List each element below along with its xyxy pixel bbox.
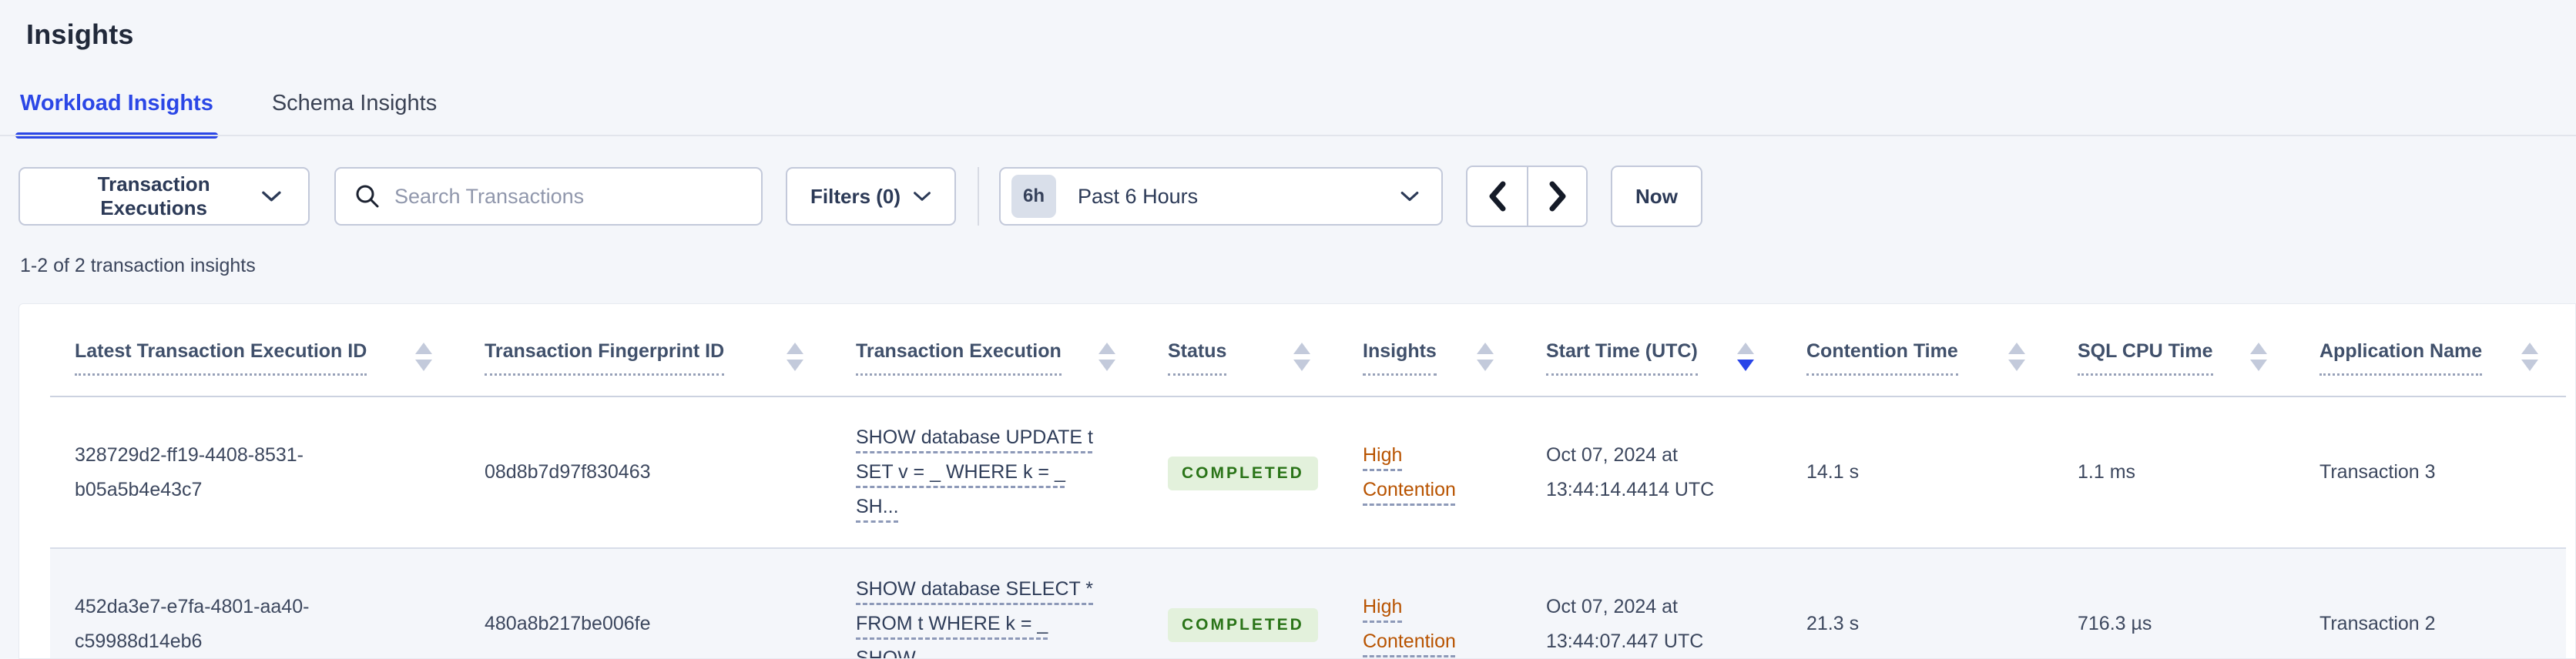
start-time-cell: Oct 07, 2024 at 13:44:14.4414 UTC <box>1521 396 1782 549</box>
previous-time-range-button[interactable] <box>1467 167 1528 226</box>
sort-desc-icon <box>787 360 803 371</box>
transaction-execution-cell: SHOW database UPDATE t SET v = _ WHERE k… <box>831 396 1143 549</box>
time-range-label: Past 6 Hours <box>1078 184 1199 208</box>
status-badge: COMPLETED <box>1168 607 1318 642</box>
time-range-step-buttons <box>1466 166 1588 227</box>
sort-desc-icon <box>1737 360 1754 371</box>
transaction-insights-table: Latest Transaction Execution ID Transact… <box>50 304 2566 658</box>
status-cell: COMPLETED <box>1143 548 1338 658</box>
search-input[interactable] <box>394 184 743 209</box>
search-box[interactable] <box>334 167 763 226</box>
column-header-transaction-fingerprint-id[interactable]: Transaction Fingerprint ID <box>460 304 831 397</box>
latest-execution-id-cell: 452da3e7-e7fa-4801-aa40-c59988d14eb6 <box>50 548 460 658</box>
sort-asc-icon <box>415 343 432 354</box>
sort-desc-icon <box>2250 360 2267 371</box>
column-header-insights[interactable]: Insights <box>1338 304 1521 397</box>
insights-table-card: Latest Transaction Execution ID Transact… <box>18 303 2576 659</box>
sort-control[interactable] <box>2521 343 2538 371</box>
sort-control[interactable] <box>787 343 803 371</box>
sort-asc-icon <box>1477 343 1494 354</box>
sort-asc-icon <box>2250 343 2267 354</box>
sort-asc-icon <box>1737 343 1754 354</box>
sort-asc-icon <box>1293 343 1310 354</box>
sort-desc-icon <box>2521 360 2538 371</box>
table-header-row: Latest Transaction Execution ID Transact… <box>50 304 2566 397</box>
chevron-right-icon <box>1549 181 1566 212</box>
sort-desc-icon <box>415 360 432 371</box>
sort-asc-icon <box>2521 343 2538 354</box>
application-name-cell: Transaction 2 <box>2295 548 2566 658</box>
sort-control-active-desc[interactable] <box>1737 343 1754 371</box>
sort-asc-icon <box>2008 343 2025 354</box>
next-time-range-button[interactable] <box>1527 167 1587 226</box>
contention-time-cell: 21.3 s <box>1782 548 2053 658</box>
chevron-down-icon <box>262 191 281 202</box>
column-header-sql-cpu-time[interactable]: SQL CPU Time <box>2053 304 2295 397</box>
sql-cpu-time-cell: 716.3 µs <box>2053 548 2295 658</box>
toolbar: Transaction Executions Filters (0) 6h Pa… <box>18 166 2576 227</box>
tab-workload-insights[interactable]: Workload Insights <box>15 91 218 139</box>
results-count-caption: 1-2 of 2 transaction insights <box>20 255 256 276</box>
high-contention-link[interactable]: High Contention <box>1363 596 1456 652</box>
application-name-cell: Transaction 3 <box>2295 396 2566 549</box>
insights-cell: High Contention <box>1338 548 1521 658</box>
status-badge: COMPLETED <box>1168 456 1318 490</box>
sort-asc-icon <box>1098 343 1115 354</box>
sort-desc-icon <box>1293 360 1310 371</box>
toolbar-separator <box>978 167 980 226</box>
execution-type-dropdown-label: Transaction Executions <box>97 172 210 219</box>
page-title: Insights <box>26 18 134 50</box>
tab-workload-insights-label: Workload Insights <box>20 91 213 115</box>
column-header-start-time[interactable]: Start Time (UTC) <box>1521 304 1782 397</box>
insights-page: Insights Workload Insights Schema Insigh… <box>0 0 2576 659</box>
transaction-execution-link[interactable]: SHOW database SELECT * FROM t WHERE k = … <box>856 578 1093 658</box>
search-icon <box>356 185 379 208</box>
sort-desc-icon <box>1098 360 1115 371</box>
transaction-execution-link[interactable]: SHOW database UPDATE t SET v = _ WHERE k… <box>856 427 1093 517</box>
chevron-down-icon <box>1400 192 1419 201</box>
time-range-badge: 6h <box>1011 175 1057 218</box>
sort-control[interactable] <box>415 343 432 371</box>
execution-type-dropdown[interactable]: Transaction Executions <box>18 167 310 226</box>
time-range-dropdown[interactable]: 6h Past 6 Hours <box>999 167 1444 226</box>
sort-control[interactable] <box>1477 343 1494 371</box>
sort-control[interactable] <box>1098 343 1115 371</box>
sort-desc-icon <box>2008 360 2025 371</box>
fingerprint-id-cell: 08d8b7d97f830463 <box>460 396 831 549</box>
tab-schema-insights-label: Schema Insights <box>271 91 438 115</box>
column-header-latest-transaction-execution-id[interactable]: Latest Transaction Execution ID <box>50 304 460 397</box>
tab-schema-insights[interactable]: Schema Insights <box>272 91 437 136</box>
sort-control[interactable] <box>2008 343 2025 371</box>
filters-dropdown-label: Filters (0) <box>810 184 901 208</box>
latest-execution-id-cell: 328729d2-ff19-4408-8531-b05a5b4e43c7 <box>50 396 460 549</box>
high-contention-link[interactable]: High Contention <box>1363 444 1456 500</box>
sort-control[interactable] <box>2250 343 2267 371</box>
tab-bar-divider <box>0 135 2576 136</box>
sort-asc-icon <box>787 343 803 354</box>
table-row: 328729d2-ff19-4408-8531-b05a5b4e43c7 08d… <box>50 396 2566 549</box>
contention-time-cell: 14.1 s <box>1782 396 2053 549</box>
filters-dropdown[interactable]: Filters (0) <box>786 167 957 226</box>
now-button[interactable]: Now <box>1611 166 1702 227</box>
column-header-transaction-execution[interactable]: Transaction Execution <box>831 304 1143 397</box>
sql-cpu-time-cell: 1.1 ms <box>2053 396 2295 549</box>
column-header-contention-time[interactable]: Contention Time <box>1782 304 2053 397</box>
column-header-application-name[interactable]: Application Name <box>2295 304 2566 397</box>
chevron-down-icon <box>914 192 931 201</box>
start-time-cell: Oct 07, 2024 at 13:44:07.447 UTC <box>1521 548 1782 658</box>
sort-control[interactable] <box>1293 343 1310 371</box>
insights-cell: High Contention <box>1338 396 1521 549</box>
fingerprint-id-cell: 480a8b217be006fe <box>460 548 831 658</box>
status-cell: COMPLETED <box>1143 396 1338 549</box>
column-header-status[interactable]: Status <box>1143 304 1338 397</box>
table-row: 452da3e7-e7fa-4801-aa40-c59988d14eb6 480… <box>50 548 2566 658</box>
chevron-left-icon <box>1489 181 1506 212</box>
tab-bar: Workload Insights Schema Insights <box>0 91 2576 139</box>
now-button-label: Now <box>1635 184 1678 208</box>
transaction-execution-cell: SHOW database SELECT * FROM t WHERE k = … <box>831 548 1143 658</box>
sort-desc-icon <box>1477 360 1494 371</box>
